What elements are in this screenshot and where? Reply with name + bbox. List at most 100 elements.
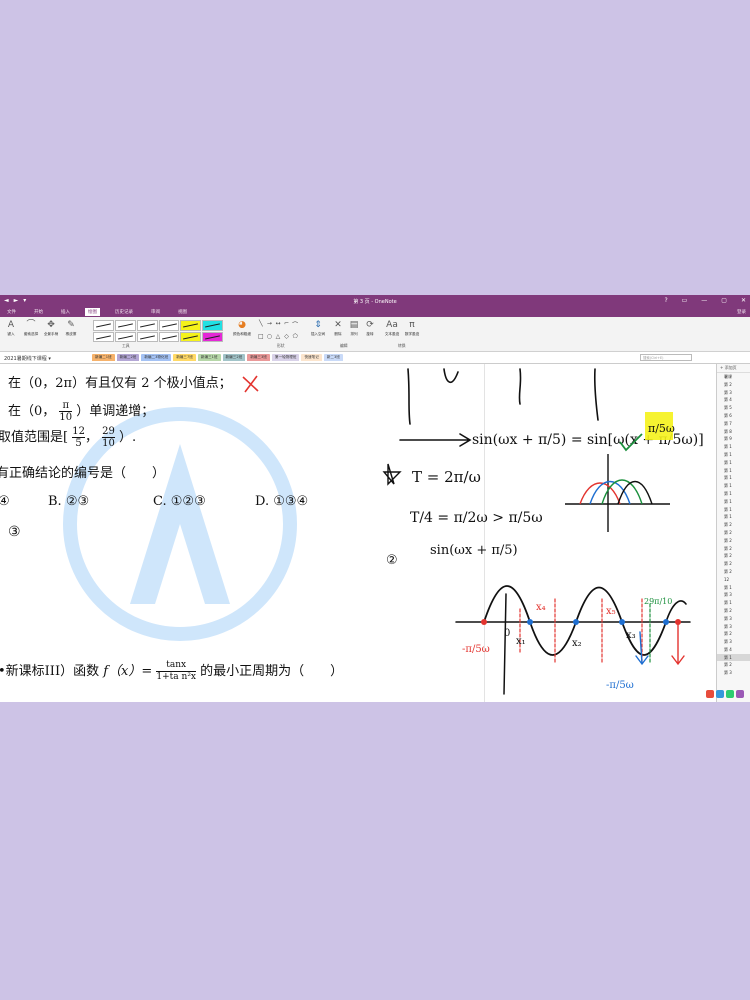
note-page[interactable]: 在（0，2π）有且仅有 2 个极小值点； 在（0， π 10 ）单调递增； 取值… [0, 364, 716, 702]
page-list-item[interactable]: 第 6 [717, 412, 750, 420]
maximize-icon[interactable]: ▢ [721, 297, 727, 304]
search-input[interactable]: 搜索(Ctrl+E) [640, 354, 692, 361]
page-list-item[interactable]: 暑课 [717, 373, 750, 381]
shape-circle-icon[interactable]: ○ [266, 333, 274, 343]
page-list-item[interactable]: 第 1 [717, 490, 750, 498]
page-list-item[interactable]: 第 1 [717, 482, 750, 490]
option-d[interactable]: D. ①③④ [255, 494, 308, 509]
page-list-item[interactable]: 第 3 [717, 669, 750, 677]
pen-black-1[interactable] [93, 320, 114, 331]
page-list-item[interactable]: 第 2 [717, 529, 750, 537]
ribbon-display-icon[interactable]: ▭ [682, 297, 688, 304]
tab-draw[interactable]: 绘图 [85, 308, 100, 316]
tab-file[interactable]: 文件 [4, 308, 19, 316]
shape-double-arrow-icon[interactable]: ↔ [274, 320, 282, 332]
page-list-item[interactable]: 第 2 [717, 661, 750, 669]
page-list-item[interactable]: 第 3 [717, 389, 750, 397]
page-list-item[interactable]: 第 5 [717, 404, 750, 412]
page-list-item[interactable]: 第 7 [717, 420, 750, 428]
network-icon[interactable] [716, 690, 724, 698]
page-list-item[interactable]: 第 2 [717, 521, 750, 529]
shape-triangle-icon[interactable]: △ [274, 333, 282, 343]
section-tab[interactable]: 新编二3物化班 [141, 354, 172, 361]
option-c[interactable]: C. ①②③ [153, 494, 255, 509]
page-list-item[interactable]: 第 1 [717, 467, 750, 475]
page-list-item[interactable]: 第 1 [717, 498, 750, 506]
page-list-item[interactable]: 第 1 [717, 506, 750, 514]
input-method-icon[interactable] [706, 690, 714, 698]
notebook-selector[interactable]: 2021暑期线下课程 ▾ [4, 355, 51, 362]
page-list-item[interactable]: 第 1 [717, 584, 750, 592]
shape-rectangle-icon[interactable]: □ [257, 333, 265, 343]
color-thickness-button[interactable]: ◕ 颜色和粗细 [230, 320, 254, 337]
section-tab[interactable]: 新编二2班 [116, 354, 140, 361]
page-list-item[interactable]: 第 3 [717, 615, 750, 623]
minimize-icon[interactable]: — [701, 297, 707, 304]
lasso-select-button[interactable]: ⌒ 套索选择 [22, 320, 40, 337]
page-list-item[interactable]: 第 3 [717, 591, 750, 599]
page-list-item[interactable]: 第 1 [717, 513, 750, 521]
page-list-item[interactable]: 第 4 [717, 396, 750, 404]
shape-pentagon-icon[interactable]: ⬠ [291, 333, 299, 343]
page-list-item[interactable]: 第 4 [717, 646, 750, 654]
page-list-item[interactable]: 12 [717, 576, 750, 584]
type-tool-button[interactable]: A 键入 [2, 320, 20, 337]
highlighter-cyan[interactable] [202, 320, 223, 331]
page-list-item[interactable]: 第 1 [717, 474, 750, 482]
page-list-item[interactable]: 第 9 [717, 435, 750, 443]
tab-view[interactable]: 视图 [175, 308, 190, 316]
panning-hand-button[interactable]: ✥ 全景手柄 [42, 320, 60, 337]
page-list-item[interactable]: 第 1 [717, 451, 750, 459]
rotate-button[interactable]: ⟳ 旋转 [361, 320, 379, 337]
page-list-item[interactable]: 第 3 [717, 638, 750, 646]
highlighter-yellow-2[interactable] [180, 331, 202, 342]
login-link[interactable]: 登录 [737, 309, 746, 315]
section-tab[interactable]: 新二3班 [323, 354, 343, 361]
battery-icon[interactable] [736, 690, 744, 698]
page-list-item[interactable]: 第 8 [717, 428, 750, 436]
volume-icon[interactable] [726, 690, 734, 698]
page-list-item[interactable]: 第 2 [717, 552, 750, 560]
close-icon[interactable]: ✕ [741, 297, 746, 304]
pen-black-7[interactable] [136, 331, 158, 342]
option-a[interactable]: ④ [0, 494, 48, 509]
shape-arrow-icon[interactable]: → [266, 320, 274, 332]
eraser-button[interactable]: ✎ 橡皮擦 [62, 320, 80, 337]
page-list-item[interactable]: 第 3 [717, 623, 750, 631]
section-tab[interactable]: 快速笔记 [301, 354, 322, 361]
ink-to-text-button[interactable]: Aa 文本墨迹 [383, 320, 401, 337]
page-list-item[interactable]: 第 2 [717, 537, 750, 545]
section-tab[interactable]: 新编三7班 [173, 354, 196, 361]
help-icon[interactable]: ? [664, 297, 667, 304]
page-list-item[interactable]: 第 1 [717, 653, 750, 662]
pen-black-3[interactable] [136, 320, 158, 331]
page-list-item[interactable]: 第 2 [717, 607, 750, 615]
page-list-item[interactable]: 第 2 [717, 568, 750, 576]
page-list-item[interactable]: 第 2 [717, 630, 750, 638]
page-list-item[interactable]: 第 1 [717, 443, 750, 451]
pen-black-6[interactable] [114, 331, 136, 342]
page-list-item[interactable]: 第 2 [717, 545, 750, 553]
tab-history[interactable]: 历史记录 [112, 308, 136, 316]
shape-diamond-icon[interactable]: ◇ [283, 333, 291, 343]
page-list-item[interactable]: 第 2 [717, 560, 750, 568]
highlighter-magenta[interactable] [202, 331, 223, 342]
tab-home[interactable]: 开始 [31, 308, 46, 316]
option-b[interactable]: B. ②③ [48, 494, 153, 509]
shape-line-icon[interactable]: ╲ [257, 320, 265, 332]
ink-to-math-button[interactable]: π 数学墨迹 [403, 320, 421, 337]
page-list-item[interactable]: 第 1 [717, 459, 750, 467]
pen-black-8[interactable] [158, 331, 180, 342]
shape-arc-icon[interactable]: ⌒ [291, 320, 299, 332]
add-page-button[interactable]: + 添加页 [717, 364, 750, 373]
section-tab[interactable]: 新编三1班 [197, 354, 221, 361]
pen-black-2[interactable] [114, 320, 136, 331]
section-tab[interactable]: 新编三3班 [247, 354, 270, 361]
pen-black-5[interactable] [93, 331, 114, 342]
pen-black-4[interactable] [158, 320, 180, 331]
section-tab[interactable]: 新编三2班 [222, 354, 246, 361]
page-list-item[interactable]: 第 1 [717, 599, 750, 607]
tab-insert[interactable]: 插入 [58, 308, 73, 316]
page-list-item[interactable]: 第 2 [717, 381, 750, 389]
section-tab[interactable]: 新编二1班 [92, 354, 115, 361]
